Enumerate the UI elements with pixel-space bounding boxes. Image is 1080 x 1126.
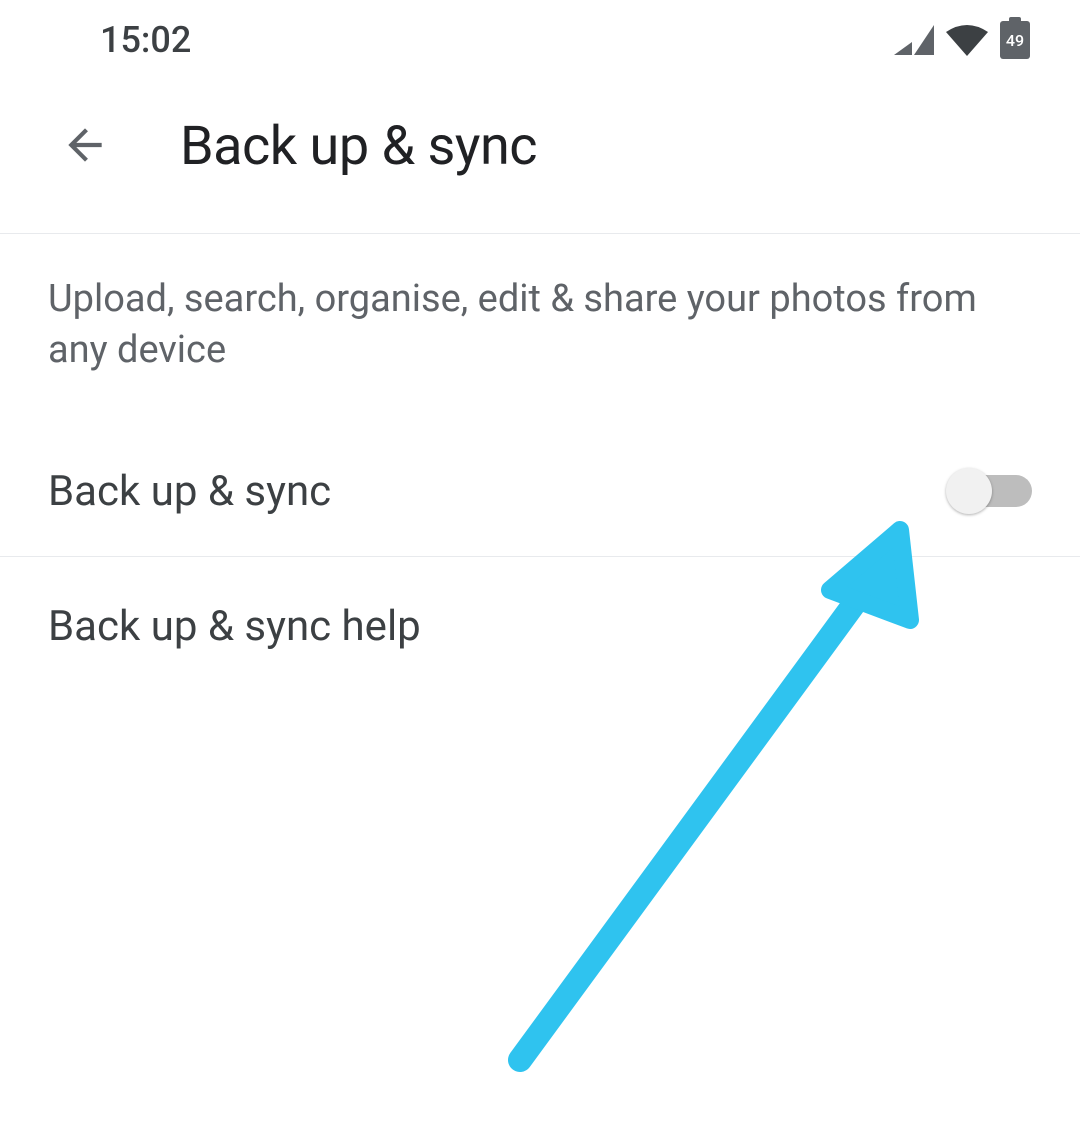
back-button[interactable] — [50, 110, 120, 183]
status-time: 15:02 — [100, 19, 191, 61]
backup-sync-label: Back up & sync — [48, 467, 331, 516]
status-bar: 15:02 49 — [0, 0, 1080, 80]
signal-icon — [894, 25, 934, 55]
backup-sync-row[interactable]: Back up & sync — [0, 447, 1080, 557]
content: Upload, search, organise, edit & share y… — [0, 234, 1080, 671]
status-icons: 49 — [894, 21, 1030, 59]
backup-sync-help-label: Back up & sync help — [48, 602, 421, 651]
page-title: Back up & sync — [180, 115, 537, 178]
app-bar: Back up & sync — [0, 80, 1080, 234]
arrow-left-icon — [60, 120, 110, 173]
battery-level: 49 — [1006, 31, 1024, 50]
backup-sync-toggle[interactable] — [946, 471, 1032, 511]
backup-sync-help-row[interactable]: Back up & sync help — [0, 557, 1080, 671]
toggle-thumb — [946, 468, 992, 514]
battery-icon: 49 — [1000, 21, 1030, 59]
description-text: Upload, search, organise, edit & share y… — [48, 274, 1032, 377]
wifi-icon — [946, 24, 988, 56]
